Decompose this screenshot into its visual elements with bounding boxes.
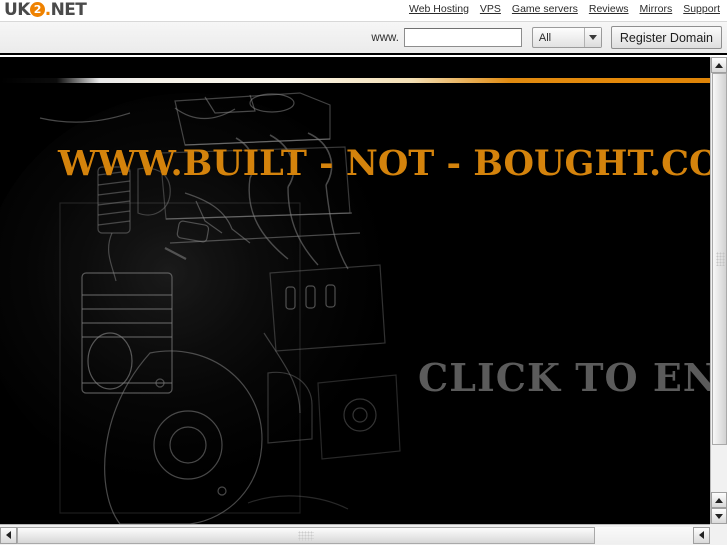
nav-link-web-hosting[interactable]: Web Hosting	[409, 3, 469, 16]
chevron-down-icon	[583, 28, 601, 47]
domain-search-input[interactable]	[403, 28, 522, 47]
horizontal-scrollbar[interactable]	[0, 524, 727, 545]
browser-window: UK 2. NET Web Hosting VPS Game servers Rev…	[0, 0, 727, 545]
tld-dropdown-value: All	[538, 31, 552, 44]
uk2-logo[interactable]: UK 2. NET	[4, 0, 87, 20]
nav-link-support[interactable]: Support	[683, 3, 720, 16]
nav-link-reviews[interactable]: Reviews	[589, 3, 629, 16]
tld-dropdown[interactable]: All	[531, 27, 602, 48]
nav-link-vps[interactable]: VPS	[480, 3, 501, 16]
www-prefix-label: www.	[371, 31, 399, 44]
nav-link-game-servers[interactable]: Game servers	[512, 3, 578, 16]
hscrollbar-grip-icon	[298, 530, 314, 541]
logo-text-net: NET	[50, 0, 87, 20]
logo-text-uk: UK	[4, 0, 30, 20]
vertical-scrollbar[interactable]	[710, 57, 727, 524]
vertical-scrollbar-thumb[interactable]	[712, 73, 727, 445]
horizontal-scrollbar-thumb[interactable]	[17, 526, 595, 544]
page-headline: WWW.BUILT - NOT - BOUGHT.CO.	[58, 143, 710, 184]
nav-link-mirrors[interactable]: Mirrors	[640, 3, 673, 16]
register-domain-button[interactable]: Register Domain	[610, 26, 722, 49]
scroll-up-arrow-icon[interactable]	[711, 57, 727, 73]
top-nav: Web Hosting VPS Game servers Reviews Mir…	[409, 3, 720, 16]
scroll-down-arrow-icon[interactable]	[711, 508, 727, 524]
scroll-left-arrow-right-icon[interactable]	[693, 526, 710, 544]
horizontal-scrollbar-track[interactable]	[17, 526, 693, 544]
scroll-left-arrow-icon[interactable]	[0, 526, 17, 544]
scrollbar-corner	[710, 524, 727, 545]
uk2-toolbar: UK 2. NET Web Hosting VPS Game servers Rev…	[0, 0, 727, 22]
page-viewport: WWW.BUILT - NOT - BOUGHT.CO. CLICK TO EN…	[0, 57, 710, 524]
scrollbar-grip-icon	[716, 252, 725, 266]
domain-search-bar: www. All Register Domain	[0, 22, 727, 55]
logo-two-badge-icon: 2	[29, 1, 45, 17]
scroll-up-arrow-bottom-icon[interactable]	[711, 492, 727, 508]
click-to-enter-text[interactable]: CLICK TO ENT	[418, 355, 710, 400]
vertical-scroll-buttons	[711, 492, 727, 524]
